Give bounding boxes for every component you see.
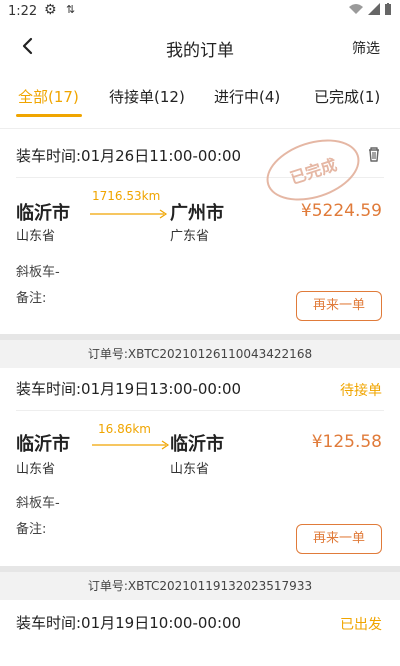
to-province: 广东省	[170, 229, 210, 244]
active-tab-indicator	[16, 114, 82, 117]
from-city: 临沂市	[16, 203, 70, 224]
from-province: 山东省	[16, 462, 56, 477]
signal-icon	[368, 3, 380, 15]
trash-icon	[369, 147, 379, 162]
to-city: 临沂市	[170, 434, 224, 455]
order-status: 待接单	[340, 383, 382, 399]
reorder-button[interactable]: 再来一单	[296, 524, 382, 554]
remark: 备注:	[16, 291, 47, 306]
from-city: 临沂市	[16, 434, 70, 455]
tab-completed[interactable]: 已完成(1)	[314, 86, 380, 107]
tab-in-progress[interactable]: 进行中(4)	[214, 86, 280, 107]
wifi-icon	[349, 4, 363, 14]
to-city: 广州市	[170, 203, 224, 224]
tab-pending[interactable]: 待接单(12)	[109, 86, 185, 107]
order-price: ¥5224.59	[300, 201, 382, 221]
settings-gear-icon: ⚙	[44, 2, 57, 18]
order-number: 订单号:XBTC20210126110043422168	[0, 334, 400, 368]
delete-button[interactable]	[364, 144, 384, 164]
order-price: ¥125.58	[311, 432, 382, 452]
from-province: 山东省	[16, 229, 56, 244]
distance: 1716.53km	[92, 189, 161, 203]
order-status: 已出发	[340, 617, 382, 633]
route-arrow-icon	[92, 440, 170, 450]
distance: 16.86km	[98, 422, 151, 436]
reorder-button[interactable]: 再来一单	[296, 291, 382, 321]
status-icons	[348, 3, 392, 15]
order-number: 订单号:XBTC20210119132023517933	[0, 566, 400, 600]
remark: 备注:	[16, 522, 47, 537]
top-bar: 我的订单 筛选	[0, 24, 400, 70]
order-tabs: 全部(17) 待接单(12) 进行中(4) 已完成(1)	[0, 78, 400, 118]
filter-button[interactable]: 筛选	[352, 38, 380, 58]
status-bar: 1:22 ⚙ ⇅	[0, 0, 400, 24]
card-divider	[16, 410, 384, 411]
load-time: 装车时间:01月19日10:00-00:00	[16, 614, 242, 632]
load-time: 装车时间:01月19日13:00-00:00	[16, 380, 242, 398]
sync-icon: ⇅	[66, 3, 76, 16]
to-province: 山东省	[170, 462, 210, 477]
route-arrow-icon	[90, 209, 168, 219]
order-card[interactable]: 装车时间:01月19日13:00-00:00 待接单 临沂市 山东省 16.86…	[0, 368, 400, 566]
load-time: 装车时间:01月26日11:00-00:00	[16, 147, 242, 165]
status-time: 1:22	[8, 4, 38, 19]
vehicle-type: 斜板车-	[16, 265, 60, 280]
page-title: 我的订单	[166, 41, 234, 61]
vehicle-type: 斜板车-	[16, 496, 60, 511]
order-card[interactable]: 装车时间:01月19日10:00-00:00 已出发	[0, 600, 400, 666]
tab-all[interactable]: 全部(17)	[18, 86, 79, 107]
battery-icon	[385, 3, 391, 15]
